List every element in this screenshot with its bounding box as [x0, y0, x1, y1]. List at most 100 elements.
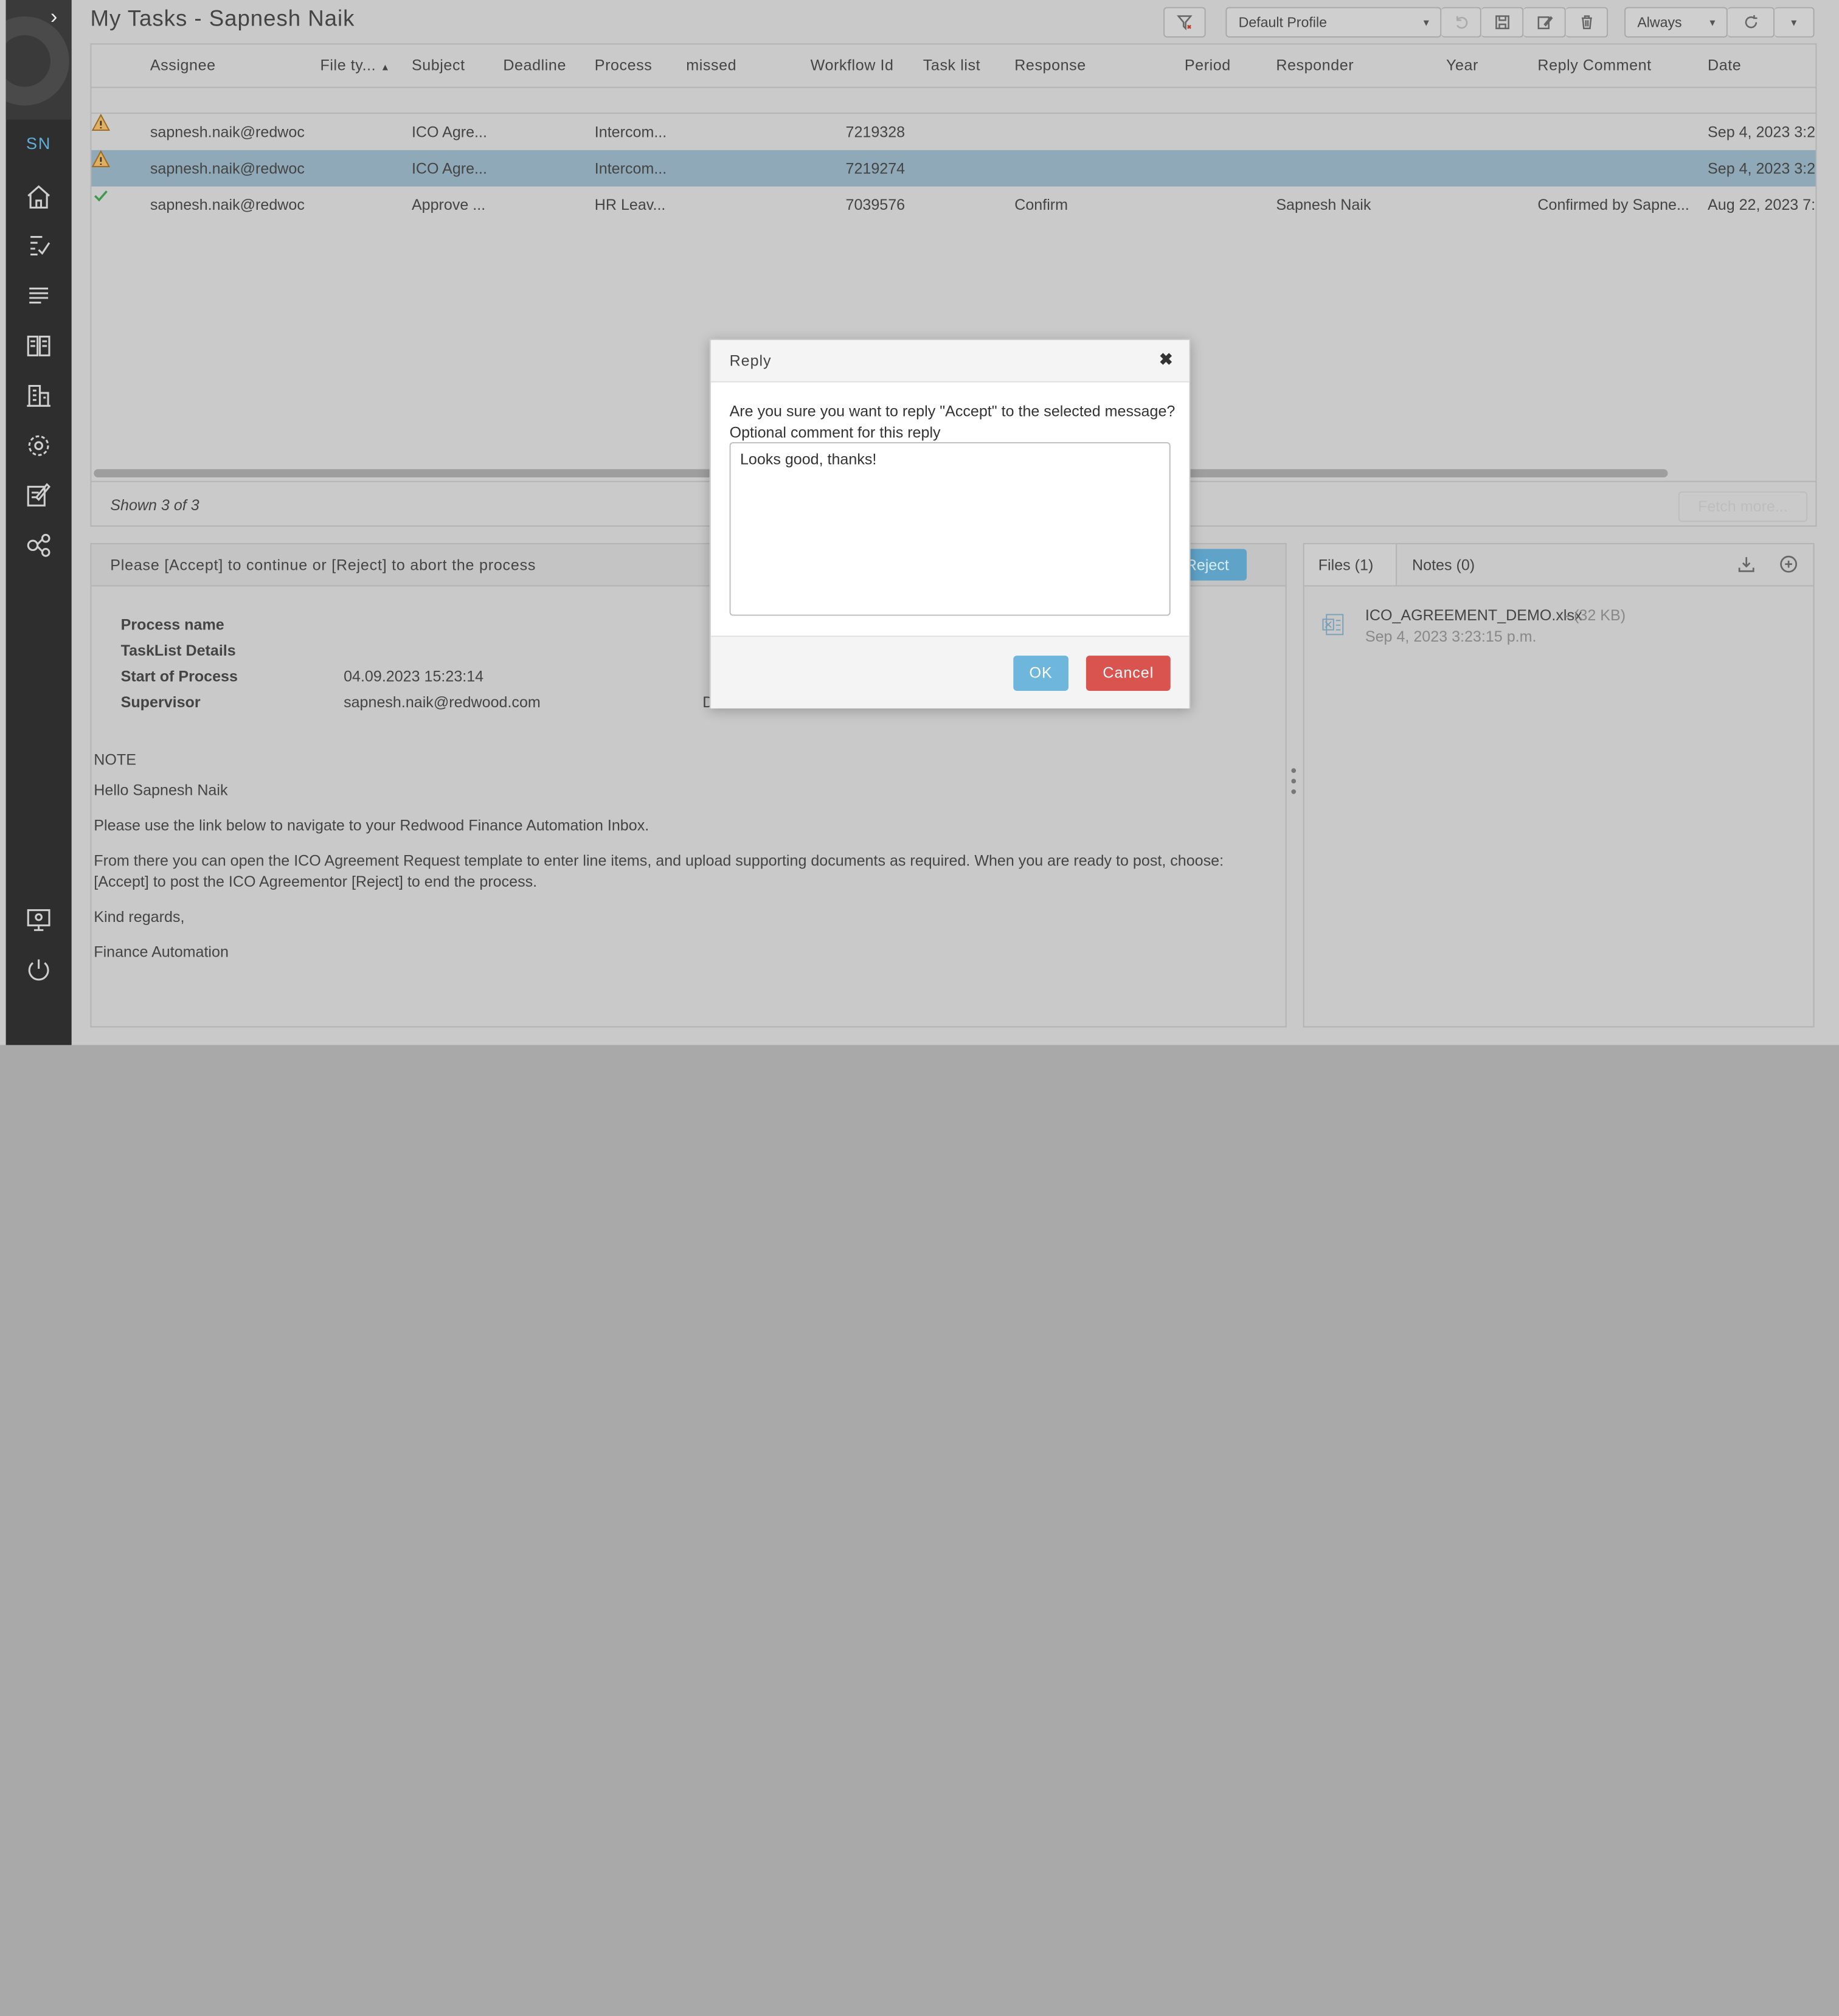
download-icon[interactable]	[1737, 555, 1756, 573]
col-responder[interactable]: Responder	[1276, 57, 1354, 74]
refresh-mode-select[interactable]: Always ▼	[1624, 7, 1728, 38]
page-title: My Tasks - Sapnesh Naik	[90, 7, 355, 32]
table-row[interactable]: sapnesh.naik@redwoc ICO Agre... Intercom…	[91, 150, 1815, 187]
sort-asc-icon: ▲	[380, 62, 390, 73]
col-file-type[interactable]: File ty... ▲	[320, 57, 390, 74]
profile-select-value: Default Profile	[1238, 14, 1327, 31]
col-task-list[interactable]: Task list	[923, 57, 980, 74]
comment-label: Optional comment for this reply	[729, 423, 941, 442]
field-label: Supervisor	[120, 693, 201, 711]
cell-response: Confirm	[1014, 196, 1068, 214]
cell-process: Intercom...	[594, 123, 667, 141]
dialog-title: Reply	[729, 352, 772, 370]
file-date: Sep 4, 2023 3:23:15 p.m.	[1365, 627, 1537, 645]
close-icon[interactable]: ✖	[1159, 350, 1173, 370]
col-process[interactable]: Process	[595, 57, 653, 74]
cell-date: Sep 4, 2023 3:23	[1708, 123, 1816, 141]
note-greeting: Hello Sapnesh Naik	[94, 781, 228, 799]
field-label: TaskList Details	[120, 641, 236, 659]
note-signature: Finance Automation	[94, 943, 229, 961]
note-closing: Kind regards,	[94, 907, 185, 926]
power-icon[interactable]	[25, 956, 53, 984]
warning-icon	[91, 150, 110, 167]
cancel-button[interactable]: Cancel	[1086, 656, 1171, 691]
table-row[interactable]: sapnesh.naik@redwoc ICO Agre... Intercom…	[91, 113, 1816, 150]
ok-button[interactable]: OK	[1013, 656, 1068, 691]
cell-responder: Sapnesh Naik	[1276, 196, 1371, 214]
list-icon[interactable]	[25, 282, 53, 310]
cell-process: Intercom...	[594, 159, 667, 178]
fetch-more-button[interactable]: Fetch more...	[1678, 491, 1807, 522]
field-label: Process name	[120, 615, 224, 634]
grid-header: Assignee File ty... ▲ Subject Deadline P…	[91, 44, 1816, 88]
cell-date: Aug 22, 2023 7:5	[1708, 196, 1816, 214]
tab-files[interactable]: Files (1)	[1304, 544, 1397, 586]
field-value: 04.09.2023 15:23:14	[344, 667, 484, 685]
chevron-down-icon: ▼	[1708, 16, 1717, 28]
col-period[interactable]: Period	[1185, 57, 1231, 74]
cell-assignee: sapnesh.naik@redwoc	[150, 123, 305, 141]
note-title: NOTE	[94, 750, 136, 769]
refresh-mode-value: Always	[1637, 14, 1682, 31]
columns-icon[interactable]	[25, 332, 53, 360]
files-tabs: Files (1) Notes (0)	[1304, 544, 1813, 587]
save-as-icon[interactable]	[1523, 7, 1566, 38]
cell-subject: ICO Agre...	[411, 123, 487, 141]
task-check-icon[interactable]	[25, 232, 53, 260]
cell-subject: Approve ...	[411, 196, 486, 214]
workflow-icon[interactable]	[25, 532, 53, 559]
col-response[interactable]: Response	[1014, 57, 1086, 74]
field-value: sapnesh.naik@redwood.com	[344, 693, 541, 711]
gear-icon[interactable]	[25, 432, 53, 460]
col-file-type-label: File ty...	[320, 56, 376, 74]
cell-workflow-id: 7219328	[845, 123, 906, 141]
excel-file-icon	[1322, 614, 1344, 636]
dialog-question: Are you sure you want to reply "Accept" …	[729, 402, 1176, 420]
refresh-icon[interactable]	[1727, 7, 1775, 38]
col-date[interactable]: Date	[1708, 57, 1741, 74]
building-icon[interactable]	[25, 381, 53, 409]
cell-workflow-id: 7039576	[845, 196, 906, 214]
note-paragraph: [Accept] to post the ICO Agreementor [Re…	[94, 872, 538, 890]
col-missed[interactable]: missed	[686, 57, 736, 74]
col-year[interactable]: Year	[1446, 57, 1478, 74]
dialog-header: Reply ✖	[710, 340, 1190, 383]
home-icon[interactable]	[25, 183, 53, 211]
reply-comment-input[interactable]: Looks good, thanks!	[729, 442, 1171, 616]
user-initials[interactable]: SN	[6, 134, 72, 153]
check-icon	[94, 190, 108, 202]
chevron-right-icon[interactable]: ›	[50, 5, 58, 30]
shown-count: Shown 3 of 3	[110, 496, 199, 514]
dialog-footer: OK Cancel	[710, 636, 1190, 708]
tab-notes[interactable]: Notes (0)	[1398, 544, 1489, 586]
add-icon[interactable]	[1779, 555, 1798, 573]
file-name: ICO_AGREEMENT_DEMO.xlsx	[1365, 606, 1582, 625]
col-reply-comment[interactable]: Reply Comment	[1537, 57, 1651, 74]
sidebar: › SN	[5, 0, 72, 1045]
cell-date: Sep 4, 2023 3:23	[1708, 159, 1816, 178]
profile-select[interactable]: Default Profile ▼	[1225, 7, 1442, 38]
save-icon[interactable]	[1481, 7, 1524, 38]
edit-form-icon[interactable]	[25, 481, 53, 509]
reply-dialog: Reply ✖ Are you sure you want to reply "…	[709, 339, 1191, 708]
monitor-settings-icon[interactable]	[25, 906, 53, 934]
filter-row[interactable]	[91, 87, 1816, 114]
undo-icon[interactable]	[1441, 7, 1481, 38]
cell-workflow-id: 7219274	[845, 159, 906, 178]
logo	[5, 0, 72, 120]
app-window: › SN My Tasks - Sapnesh Naik Default Pro…	[0, 0, 1839, 1045]
cell-assignee: sapnesh.naik@redwoc	[150, 159, 305, 178]
col-deadline[interactable]: Deadline	[503, 57, 566, 74]
chevron-down-icon: ▼	[1421, 16, 1431, 28]
col-subject[interactable]: Subject	[412, 57, 465, 74]
warning-icon	[91, 113, 110, 131]
chevron-down-icon: ▼	[1789, 16, 1799, 28]
delete-icon[interactable]	[1565, 7, 1609, 38]
col-workflow-id[interactable]: Workflow Id	[811, 57, 894, 74]
col-assignee[interactable]: Assignee	[150, 57, 216, 74]
field-label: Start of Process	[120, 667, 238, 685]
clear-filter-icon[interactable]	[1163, 7, 1206, 38]
refresh-menu-button[interactable]: ▼	[1774, 7, 1815, 38]
panel-splitter-handle[interactable]	[1291, 768, 1297, 803]
table-row[interactable]: sapnesh.naik@redwoc Approve ... HR Leav.…	[91, 187, 1815, 223]
